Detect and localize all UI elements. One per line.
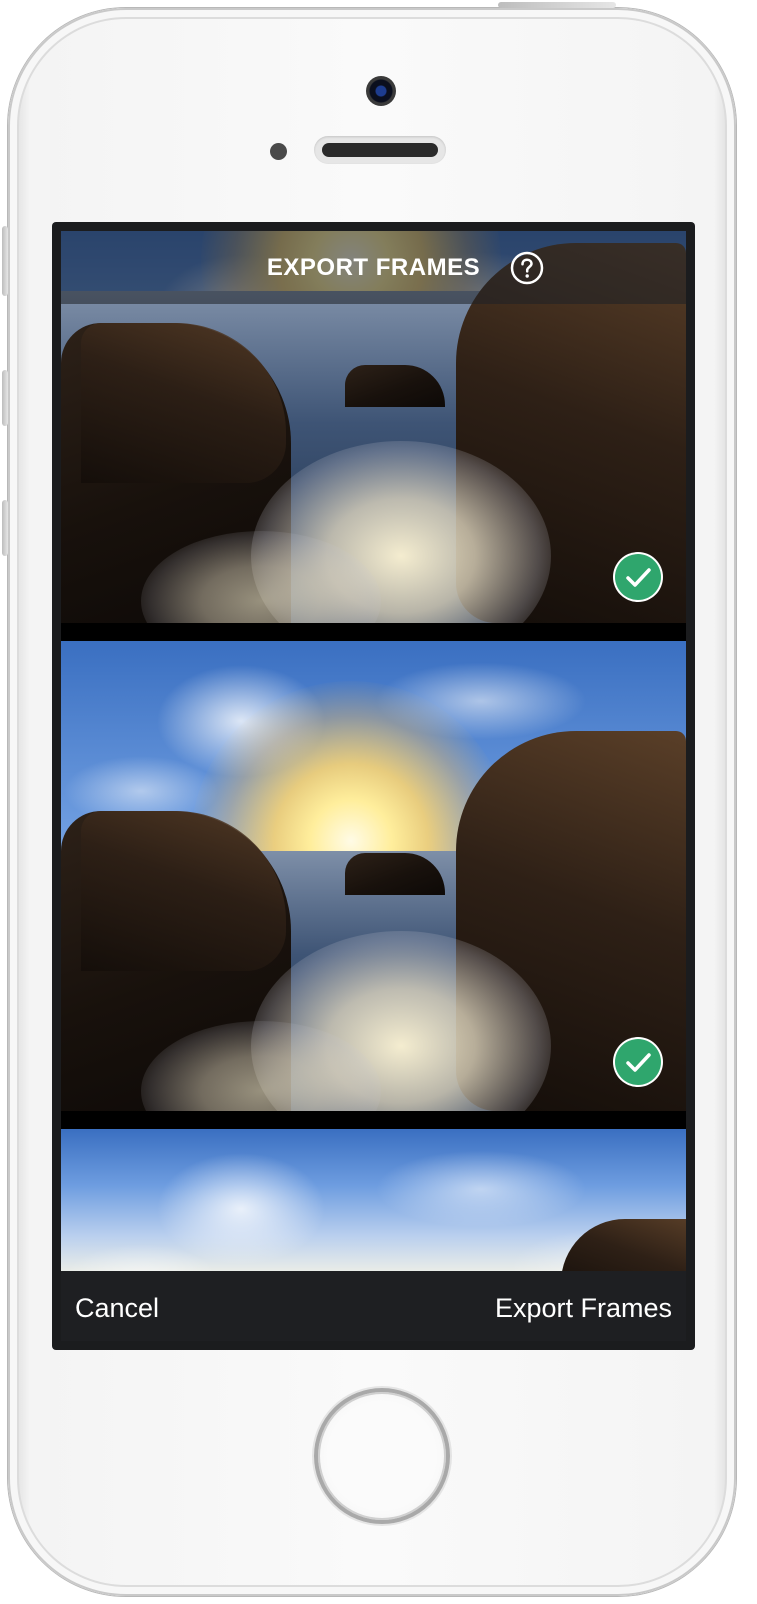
- cancel-button[interactable]: Cancel: [75, 1271, 159, 1341]
- checkmark-icon: [626, 568, 651, 587]
- selected-checkmark[interactable]: [615, 1039, 661, 1085]
- frame-thumbnail-2[interactable]: [61, 641, 686, 1111]
- page-title: EXPORT FRAMES: [266, 254, 481, 281]
- title-bar: EXPORT FRAMES: [61, 231, 686, 304]
- selected-checkmark[interactable]: [615, 554, 661, 600]
- volume-down-button: [2, 500, 8, 556]
- frames-list[interactable]: [61, 231, 686, 1271]
- frame-thumbnail-3[interactable]: [61, 1129, 686, 1271]
- checkmark-icon: [626, 1053, 651, 1072]
- question-circle-icon[interactable]: [510, 251, 544, 285]
- front-camera-icon: [366, 76, 396, 106]
- power-button: [498, 2, 616, 8]
- home-button[interactable]: [314, 1388, 450, 1524]
- app-screen: EXPORT FRAMES Cancel Export Frames: [52, 222, 695, 1350]
- proximity-sensor-icon: [270, 143, 287, 160]
- volume-up-button: [2, 370, 8, 426]
- earpiece-speaker: [314, 136, 446, 164]
- bottom-toolbar: Cancel Export Frames: [61, 1271, 686, 1341]
- export-frames-button[interactable]: Export Frames: [495, 1271, 672, 1341]
- side-button: [2, 226, 8, 296]
